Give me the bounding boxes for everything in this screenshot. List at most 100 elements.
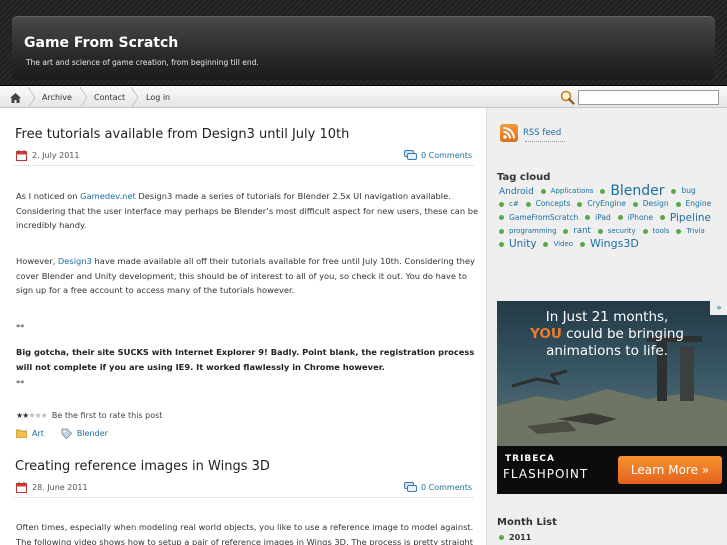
asterisks: ** <box>16 322 25 332</box>
divider <box>14 497 473 498</box>
tag-link[interactable]: Pipeline <box>670 212 711 225</box>
post-date: 28. June 2011 <box>16 482 88 493</box>
bullet-icon <box>499 535 504 540</box>
gamedev-link[interactable]: Gamedev.net <box>80 191 136 201</box>
tag-link[interactable]: Blender <box>610 184 664 197</box>
bullet-icon <box>642 228 648 234</box>
tag-link[interactable]: Unity <box>509 238 537 251</box>
bullet-icon <box>585 215 591 221</box>
tag-link[interactable]: programming <box>509 225 557 238</box>
comment-count[interactable]: 0 Comments <box>421 151 472 160</box>
tag-cloud-item[interactable]: Android <box>499 186 534 199</box>
tag-cloud-item[interactable]: Unity <box>499 238 537 251</box>
post-comments-link[interactable]: 0 Comments <box>404 482 472 493</box>
tag-link[interactable]: Trivia <box>686 225 704 238</box>
post-categories: Art Blender <box>16 428 108 439</box>
post-bold-paragraph: Big gotcha, their site SUCKS with Intern… <box>16 347 475 372</box>
star-icon[interactable]: ★ <box>41 411 48 420</box>
tag-cloud-item[interactable]: iPad <box>585 212 611 225</box>
tag-cloud-item[interactable]: security <box>597 225 636 238</box>
tag-cloud-item[interactable]: GameFromScratch <box>499 212 578 225</box>
bullet-icon <box>499 241 504 247</box>
post-comments-link[interactable]: 0 Comments <box>404 150 472 161</box>
tag-cloud-item[interactable]: Engine <box>675 198 712 211</box>
tag-cloud-item[interactable]: Design <box>632 198 669 211</box>
nav-contact[interactable]: Contact <box>94 87 125 108</box>
tag-cloud-item[interactable]: CryEngine <box>577 198 626 211</box>
site-title[interactable]: Game From Scratch <box>24 35 178 51</box>
rating-stars[interactable]: ★★★★★ <box>16 411 48 420</box>
post-date-text: 28. June 2011 <box>32 483 88 492</box>
sidebar: RSS feed Tag cloud Android Applications … <box>486 108 727 545</box>
post-date: 2. July 2011 <box>16 150 79 161</box>
month-list-item[interactable]: 2011 <box>499 533 531 542</box>
post-rating[interactable]: ★★★★★ Be the first to rate this post <box>16 411 162 420</box>
tag-cloud-item[interactable]: Wings3D <box>579 237 639 251</box>
calendar-icon <box>16 150 27 161</box>
post-title[interactable]: Creating reference images in Wings 3D <box>15 459 270 474</box>
comment-count[interactable]: 0 Comments <box>421 483 472 492</box>
post-date-text: 2. July 2011 <box>32 151 80 160</box>
bullet-icon <box>600 188 606 194</box>
search-icon[interactable] <box>559 89 575 105</box>
tag-cloud-item[interactable]: Blender <box>600 184 665 198</box>
nav-separator <box>28 87 36 108</box>
nav-separator <box>80 87 88 108</box>
tag-cloud-item[interactable]: tools <box>642 225 670 238</box>
rss-feed-link[interactable]: RSS feed <box>500 124 561 142</box>
tag-link[interactable]: Applications <box>551 185 594 198</box>
nav-login[interactable]: Log in <box>146 87 170 108</box>
learn-more-button[interactable]: Learn More » <box>618 456 722 484</box>
month-label[interactable]: 2011 <box>509 533 531 542</box>
site-header: Game From Scratch The art and science of… <box>0 0 727 86</box>
tag-cloud-item[interactable]: Applications <box>540 185 594 198</box>
tag-icon <box>61 428 72 439</box>
tag-link[interactable]: Engine <box>686 198 712 211</box>
bullet-icon <box>525 202 531 207</box>
tag-link[interactable]: bug <box>681 185 695 198</box>
tag-link[interactable]: Design <box>643 198 669 211</box>
tag-cloud-item[interactable]: bug <box>671 185 696 198</box>
tag-link[interactable]: rant <box>573 225 590 238</box>
tag-link[interactable]: iPad <box>595 212 611 225</box>
folder-icon <box>16 429 27 438</box>
home-button[interactable] <box>4 87 26 108</box>
tag-link[interactable]: iPhone <box>628 212 653 225</box>
design3-link[interactable]: Design3 <box>58 256 92 266</box>
tag-link[interactable]: c# <box>509 198 519 211</box>
tag-link[interactable]: Android <box>499 186 534 199</box>
calendar-icon <box>16 482 27 493</box>
tag-link[interactable]: Blender <box>77 429 108 438</box>
rss-label[interactable]: RSS feed <box>523 128 561 138</box>
nav-archive[interactable]: Archive <box>42 87 72 108</box>
ad-choices-badge[interactable]: » <box>710 301 727 315</box>
tag-cloud-item[interactable]: Video <box>543 238 573 251</box>
ad-brand: FLASHPOINT <box>503 467 589 481</box>
category-link[interactable]: Art <box>32 429 44 438</box>
tag-cloud-item[interactable]: c# <box>499 198 519 211</box>
ad-line: animations to life. <box>546 343 668 359</box>
bullet-icon <box>499 228 504 234</box>
tag-cloud-item[interactable]: Concepts <box>525 198 571 211</box>
search-input[interactable] <box>578 90 719 105</box>
tag-link[interactable]: Concepts <box>536 198 571 211</box>
tag-cloud-item[interactable]: programming <box>499 225 557 238</box>
tag-link[interactable]: GameFromScratch <box>509 212 578 225</box>
tag-link[interactable]: Video <box>553 238 573 251</box>
tag-link[interactable]: CryEngine <box>587 198 625 211</box>
post-paragraph: As I noticed on Gamedev.net Design3 made… <box>16 189 479 233</box>
tag-cloud-item[interactable]: iPhone <box>617 212 653 225</box>
bullet-icon <box>632 202 638 207</box>
advertisement-banner[interactable]: In Just 21 months, YOU could be bringing… <box>497 301 727 494</box>
post-title[interactable]: Free tutorials available from Design3 un… <box>15 127 349 142</box>
tag-link[interactable]: security <box>608 225 636 238</box>
tag-link[interactable]: Wings3D <box>590 237 639 251</box>
tag-cloud-item[interactable]: Trivia <box>676 225 705 238</box>
tag-cloud-item[interactable]: rant <box>563 225 591 238</box>
tag-cloud-item[interactable]: Pipeline <box>659 212 711 225</box>
text: As I noticed on <box>16 191 81 201</box>
ad-text: could be bringing <box>561 326 684 342</box>
bullet-icon <box>499 215 504 221</box>
tag-link[interactable]: tools <box>653 225 670 238</box>
bullet-icon <box>675 202 681 207</box>
